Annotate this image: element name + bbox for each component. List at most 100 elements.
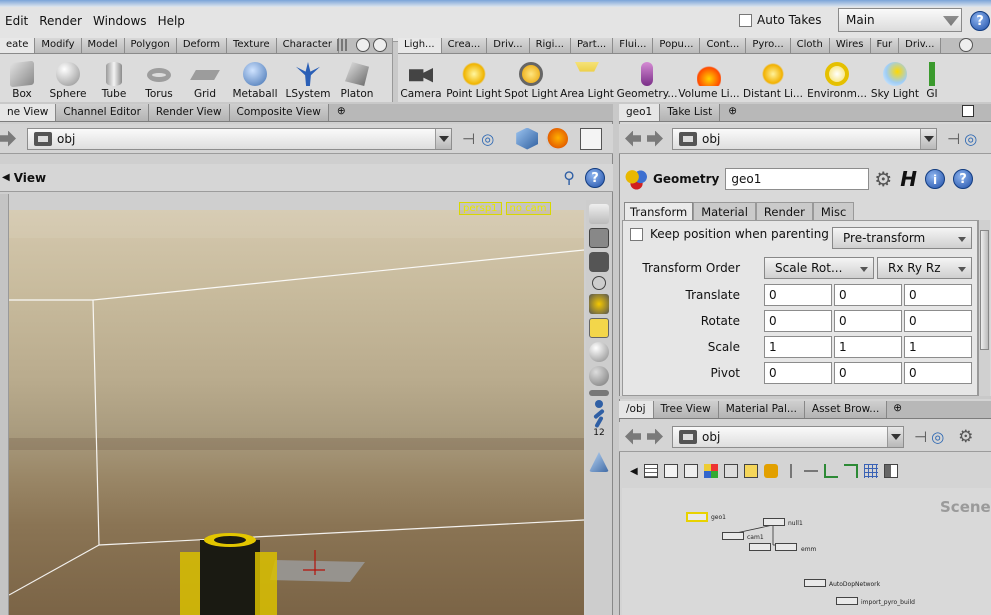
menu-windows[interactable]: Windows bbox=[88, 14, 153, 28]
subtab-misc[interactable]: Misc bbox=[812, 202, 855, 221]
display-options-icon[interactable] bbox=[516, 127, 539, 150]
shelf-overflow-icon[interactable] bbox=[337, 39, 349, 51]
add-tab-icon[interactable]: ⊕ bbox=[329, 104, 354, 121]
shelf-tab-model[interactable]: Model bbox=[81, 38, 125, 53]
pin-icon[interactable]: ⊣ bbox=[462, 130, 475, 148]
node-null1[interactable] bbox=[763, 518, 785, 526]
rotate-y-field[interactable]: 0 bbox=[834, 310, 902, 332]
add-tab-icon[interactable]: ⊕ bbox=[720, 104, 745, 121]
keep-position-mode-menu[interactable]: Pre-transform bbox=[832, 227, 972, 249]
subtab-material[interactable]: Material bbox=[693, 202, 756, 221]
transform-order-menu[interactable]: Scale Rot... bbox=[764, 257, 874, 279]
node-merge[interactable] bbox=[749, 543, 771, 551]
translate-y-field[interactable]: 0 bbox=[834, 284, 902, 306]
tab-render-view[interactable]: Render View bbox=[148, 104, 230, 121]
align-icon[interactable] bbox=[823, 464, 838, 478]
back-arrow-icon[interactable] bbox=[625, 428, 641, 445]
wireframe-icon[interactable] bbox=[589, 228, 609, 248]
param-scrollbar[interactable] bbox=[978, 220, 990, 396]
bundle-icon[interactable] bbox=[763, 464, 778, 478]
color-palette-icon[interactable] bbox=[703, 464, 718, 478]
headlight-icon[interactable] bbox=[589, 318, 609, 338]
scale-y-field[interactable]: 1 bbox=[834, 336, 902, 358]
snap-icon[interactable] bbox=[589, 390, 609, 396]
add-tab-icon[interactable]: ⊕ bbox=[887, 401, 908, 418]
param-scroll-thumb[interactable] bbox=[980, 230, 989, 350]
tab-scene-view[interactable]: ne View bbox=[0, 104, 57, 121]
layout-vertical-icon[interactable] bbox=[783, 464, 798, 478]
shelf-options-icon[interactable] bbox=[373, 38, 387, 52]
persp-camera-menu[interactable]: persp1 bbox=[459, 202, 502, 215]
shelf-tab-rigid[interactable]: Rigi... bbox=[529, 38, 571, 53]
gear-icon[interactable]: ⚙ bbox=[958, 427, 973, 447]
auto-takes-checkbox[interactable] bbox=[739, 13, 752, 27]
tool-sphere[interactable]: Sphere bbox=[44, 54, 92, 102]
rotate-order-menu[interactable]: Rx Ry Rz bbox=[877, 257, 972, 279]
shelf-tab-create-2[interactable]: Crea... bbox=[441, 38, 488, 53]
node-autodopnetwork[interactable] bbox=[804, 579, 826, 587]
shelf-tab-modify[interactable]: Modify bbox=[35, 38, 82, 53]
shelf-tab-container[interactable]: Cont... bbox=[700, 38, 747, 53]
camera-view-icon[interactable] bbox=[589, 252, 609, 272]
shelf-tab-create[interactable]: eate bbox=[0, 38, 36, 53]
param-help-icon[interactable]: ? bbox=[953, 169, 974, 189]
chevron-down-icon[interactable] bbox=[435, 128, 451, 149]
grid-plane-icon[interactable] bbox=[589, 452, 609, 472]
info-icon[interactable]: i bbox=[925, 169, 946, 189]
pivot-x-field[interactable]: 0 bbox=[764, 362, 832, 384]
scroll-up-icon[interactable] bbox=[589, 204, 609, 224]
shelf-tab-character[interactable]: Character bbox=[276, 38, 339, 53]
shelf-tab-fluids[interactable]: Flui... bbox=[613, 38, 654, 53]
network-box-icon[interactable] bbox=[723, 464, 738, 478]
keep-position-checkbox[interactable] bbox=[630, 227, 643, 241]
maximize-icon[interactable] bbox=[962, 105, 974, 117]
tool-lsystem[interactable]: LSystem bbox=[282, 54, 334, 102]
menu-edit[interactable]: Edit bbox=[0, 14, 34, 28]
tab-tree-view[interactable]: Tree View bbox=[653, 401, 719, 418]
gear-icon[interactable]: ⚙ bbox=[874, 167, 892, 191]
tool-sky-light[interactable]: Sky Light bbox=[868, 54, 922, 102]
shelf-right-options-icon[interactable] bbox=[959, 38, 973, 52]
shelf-tab-lights[interactable]: Ligh... bbox=[398, 38, 442, 53]
tab-asset-browser[interactable]: Asset Brow... bbox=[804, 401, 888, 418]
grid-icon[interactable] bbox=[863, 464, 878, 478]
note-icon[interactable] bbox=[743, 464, 758, 478]
tab-take-list[interactable]: Take List bbox=[660, 104, 721, 121]
light-icon[interactable] bbox=[589, 294, 609, 314]
shelf-tab-drive-2[interactable]: Driv... bbox=[899, 38, 942, 53]
page-icon[interactable] bbox=[663, 464, 678, 478]
translate-x-field[interactable]: 0 bbox=[764, 284, 832, 306]
translate-z-field[interactable]: 0 bbox=[904, 284, 972, 306]
tool-grid[interactable]: Grid bbox=[182, 54, 228, 102]
forward-arrow-icon[interactable] bbox=[0, 130, 16, 147]
pivot-z-field[interactable]: 0 bbox=[904, 362, 972, 384]
shelf-tab-deform[interactable]: Deform bbox=[176, 38, 227, 53]
no-cam-menu[interactable]: no cam bbox=[505, 202, 551, 215]
viewer-options-icon[interactable]: ⚲ bbox=[563, 168, 575, 187]
network-path-field[interactable]: obj bbox=[672, 425, 904, 448]
shelf-tab-texture[interactable]: Texture bbox=[227, 38, 277, 53]
tab-material-palette[interactable]: Material Pal... bbox=[718, 401, 805, 418]
node-import-pyro-build[interactable] bbox=[836, 597, 858, 605]
ghost-icon[interactable] bbox=[589, 366, 609, 386]
scale-x-field[interactable]: 1 bbox=[764, 336, 832, 358]
pivot-y-field[interactable]: 0 bbox=[834, 362, 902, 384]
shelf-tab-fur[interactable]: Fur bbox=[870, 38, 900, 53]
home-icon[interactable] bbox=[592, 276, 606, 290]
tool-box[interactable]: Box bbox=[0, 54, 44, 102]
chevron-down-icon[interactable] bbox=[887, 426, 903, 447]
shelf-tab-wires[interactable]: Wires bbox=[829, 38, 871, 53]
help-icon[interactable]: ? bbox=[970, 11, 990, 31]
viewport-layout-icon[interactable] bbox=[580, 127, 603, 150]
shelf-menu-icon[interactable] bbox=[356, 38, 370, 52]
tool-area-light[interactable]: Area Light bbox=[558, 54, 616, 102]
shade-icon[interactable] bbox=[589, 342, 609, 362]
tool-point-light[interactable]: Point Light bbox=[444, 54, 504, 102]
node-name-field[interactable]: geo1 bbox=[725, 168, 870, 190]
subtab-transform[interactable]: Transform bbox=[624, 202, 694, 221]
rotate-z-field[interactable]: 0 bbox=[904, 310, 972, 332]
shelf-tab-polygon[interactable]: Polygon bbox=[124, 38, 177, 53]
layout-horizontal-icon[interactable] bbox=[803, 464, 818, 478]
pin-icon[interactable]: ⊣ bbox=[947, 130, 960, 148]
tool-geometry-light[interactable]: Geometry... bbox=[616, 54, 678, 102]
